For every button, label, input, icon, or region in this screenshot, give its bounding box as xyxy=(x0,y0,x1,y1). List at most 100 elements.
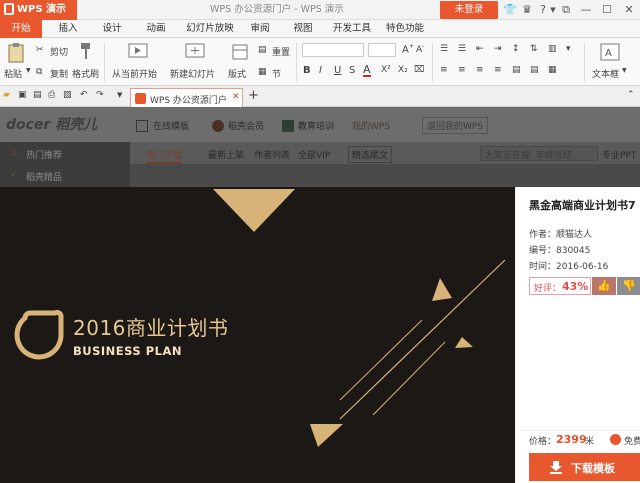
thumbs-down-icon[interactable]: 👎 xyxy=(617,277,640,295)
paste-icon[interactable] xyxy=(6,42,26,64)
return-my-wps-button[interactable]: 返回我的WPS xyxy=(422,117,489,134)
left-nav-premium[interactable]: 稻壳精品 xyxy=(26,170,62,183)
nav-docer-vip[interactable]: 稻壳会员 xyxy=(228,119,264,132)
play-from-current-icon[interactable] xyxy=(128,43,148,61)
tab-view[interactable]: 视图 xyxy=(283,20,323,38)
template-author[interactable]: 作者：顺猫达人 xyxy=(529,227,592,240)
save-as-icon[interactable]: ▤ xyxy=(33,90,42,100)
download-template-button[interactable]: 下载模板 xyxy=(529,453,640,481)
copy-icon[interactable]: ⧉ xyxy=(36,67,42,77)
close-tab-icon[interactable]: ✕ xyxy=(232,92,240,102)
app-menu-button[interactable]: WPS 演示▼ xyxy=(0,0,77,34)
chevron-down-icon[interactable]: ▾ xyxy=(566,44,571,54)
strike-button[interactable]: S xyxy=(349,65,355,76)
shrink-font-icon[interactable]: A- xyxy=(416,43,424,55)
close-icon[interactable]: ✕ xyxy=(622,2,636,18)
align-right-icon[interactable]: ≡ xyxy=(476,65,484,75)
subtab-authors[interactable]: 作者列表 xyxy=(254,148,290,161)
font-name-select[interactable] xyxy=(302,43,364,57)
subtab-newest[interactable]: 最新上架 xyxy=(208,148,244,161)
my-wps-link[interactable]: 我的WPS xyxy=(352,119,390,132)
filter-select[interactable]: 精选尾文 xyxy=(348,146,393,163)
tab-slideshow[interactable]: 幻灯片放映 xyxy=(180,20,240,38)
reset-icon[interactable]: ▤ xyxy=(258,45,267,55)
help-chevron-icon[interactable]: ▼ xyxy=(546,2,560,18)
minimize-icon[interactable]: — xyxy=(579,2,593,18)
print-preview-icon[interactable]: ▧ xyxy=(63,90,72,100)
customize-chevron-icon[interactable]: ▼ xyxy=(117,91,122,99)
tab-review[interactable]: 审阅 xyxy=(240,20,280,38)
new-slide-icon[interactable] xyxy=(185,43,205,61)
subtab-all-vip[interactable]: 全部VIP xyxy=(298,148,330,161)
price-label: 价格： xyxy=(529,437,557,447)
redo-icon[interactable]: ↷ xyxy=(96,90,104,100)
align-center-icon[interactable]: ≡ xyxy=(458,65,466,75)
search-input[interactable]: 大家正在搜: 年终总结 xyxy=(480,146,598,161)
docer-logo[interactable]: docer 稻壳儿 xyxy=(6,114,97,134)
from-current-button[interactable]: 从当前开始 xyxy=(112,67,157,80)
align-left-icon[interactable]: ≡ xyxy=(440,65,448,75)
tab-special[interactable]: 特色功能 xyxy=(380,20,430,38)
bullet-list-icon[interactable]: ☰ xyxy=(440,44,448,54)
font-size-select[interactable] xyxy=(368,43,396,57)
bold-button[interactable]: B xyxy=(303,65,311,76)
tab-animation[interactable]: 动画 xyxy=(136,20,176,38)
tab-design[interactable]: 设计 xyxy=(92,20,132,38)
line-spacing-icon[interactable]: ↕ xyxy=(512,44,520,54)
subscript-button[interactable]: X₂ xyxy=(398,65,408,75)
print-icon[interactable]: ⎙ xyxy=(48,90,55,100)
tab-insert[interactable]: 插入 xyxy=(48,20,88,38)
distribute-icon[interactable]: ▤ xyxy=(512,65,521,75)
document-tab[interactable]: WPS 办公资源门户 ✕ xyxy=(130,88,243,107)
justify-icon[interactable]: ≡ xyxy=(494,65,502,75)
underline-button[interactable]: U xyxy=(334,65,341,76)
font-color-button[interactable]: A xyxy=(363,64,371,77)
convert-icon[interactable]: ▦ xyxy=(548,65,557,75)
tab-home[interactable]: 开始 xyxy=(0,20,42,38)
text-box-button[interactable]: 文本框 xyxy=(592,67,619,80)
undo-icon[interactable]: ↶ xyxy=(80,90,88,100)
nav-education[interactable]: 教育培训 xyxy=(298,119,334,132)
text-align-icon[interactable]: ▤ xyxy=(530,65,539,75)
shirt-icon[interactable]: 👕 xyxy=(503,2,517,18)
scissors-icon[interactable]: ✂ xyxy=(36,45,44,55)
template-preview[interactable]: 2016商业计划书 BUSINESS PLAN xyxy=(0,187,515,483)
tab-developer[interactable]: 开发工具 xyxy=(327,20,377,38)
increase-indent-icon[interactable]: ⇥ xyxy=(494,44,502,54)
section-button[interactable]: 节 xyxy=(272,67,281,80)
left-nav-hot[interactable]: 热门推荐 xyxy=(26,148,62,161)
new-slide-button[interactable]: 新建幻灯片 xyxy=(170,67,215,80)
thumbs-up-icon[interactable]: 👍 xyxy=(592,277,616,295)
format-painter-icon[interactable] xyxy=(78,42,94,62)
maximize-icon[interactable]: ☐ xyxy=(600,2,614,18)
paste-chevron-icon[interactable]: ▼ xyxy=(26,67,31,74)
decrease-indent-icon[interactable]: ⇤ xyxy=(476,44,484,54)
new-tab-icon[interactable]: + xyxy=(248,88,259,103)
collapse-ribbon-icon[interactable]: ⌃ xyxy=(627,90,635,100)
grow-font-icon[interactable]: A+ xyxy=(402,43,414,55)
columns-icon[interactable]: ▥ xyxy=(548,44,557,54)
numbered-list-icon[interactable]: ☰ xyxy=(458,44,466,54)
cut-button[interactable]: 剪切 xyxy=(50,45,68,58)
search-pro-link[interactable]: 专业PPT xyxy=(602,148,636,161)
format-painter-button[interactable]: 格式刷 xyxy=(72,67,99,80)
superscript-button[interactable]: X² xyxy=(381,65,391,75)
subtab-hot-downloads[interactable]: 热门下载 xyxy=(146,148,183,164)
italic-button[interactable]: I xyxy=(319,65,322,76)
layout-button[interactable]: 版式 xyxy=(228,67,246,80)
text-direction-icon[interactable]: ⇅ xyxy=(530,44,538,54)
copy-button[interactable]: 复制 xyxy=(50,67,68,80)
restore-panel-icon[interactable]: ⧉ xyxy=(559,2,573,18)
layout-icon[interactable] xyxy=(232,44,248,60)
skin-icon[interactable]: ♛ xyxy=(520,2,534,18)
paste-button[interactable]: 粘贴 xyxy=(4,67,22,80)
nav-online-templates[interactable]: 在线模板 xyxy=(153,119,189,132)
text-box-icon[interactable]: A xyxy=(600,42,620,62)
login-button[interactable]: 未登录 xyxy=(440,1,498,19)
section-icon[interactable]: ▦ xyxy=(258,67,267,77)
open-folder-icon[interactable]: ▰ xyxy=(3,90,10,100)
clear-format-icon[interactable]: ⌧ xyxy=(414,65,424,75)
reset-button[interactable]: 重置 xyxy=(272,45,290,58)
save-icon[interactable]: ▣ xyxy=(18,90,27,100)
text-box-chevron-icon[interactable]: ▼ xyxy=(622,67,627,74)
